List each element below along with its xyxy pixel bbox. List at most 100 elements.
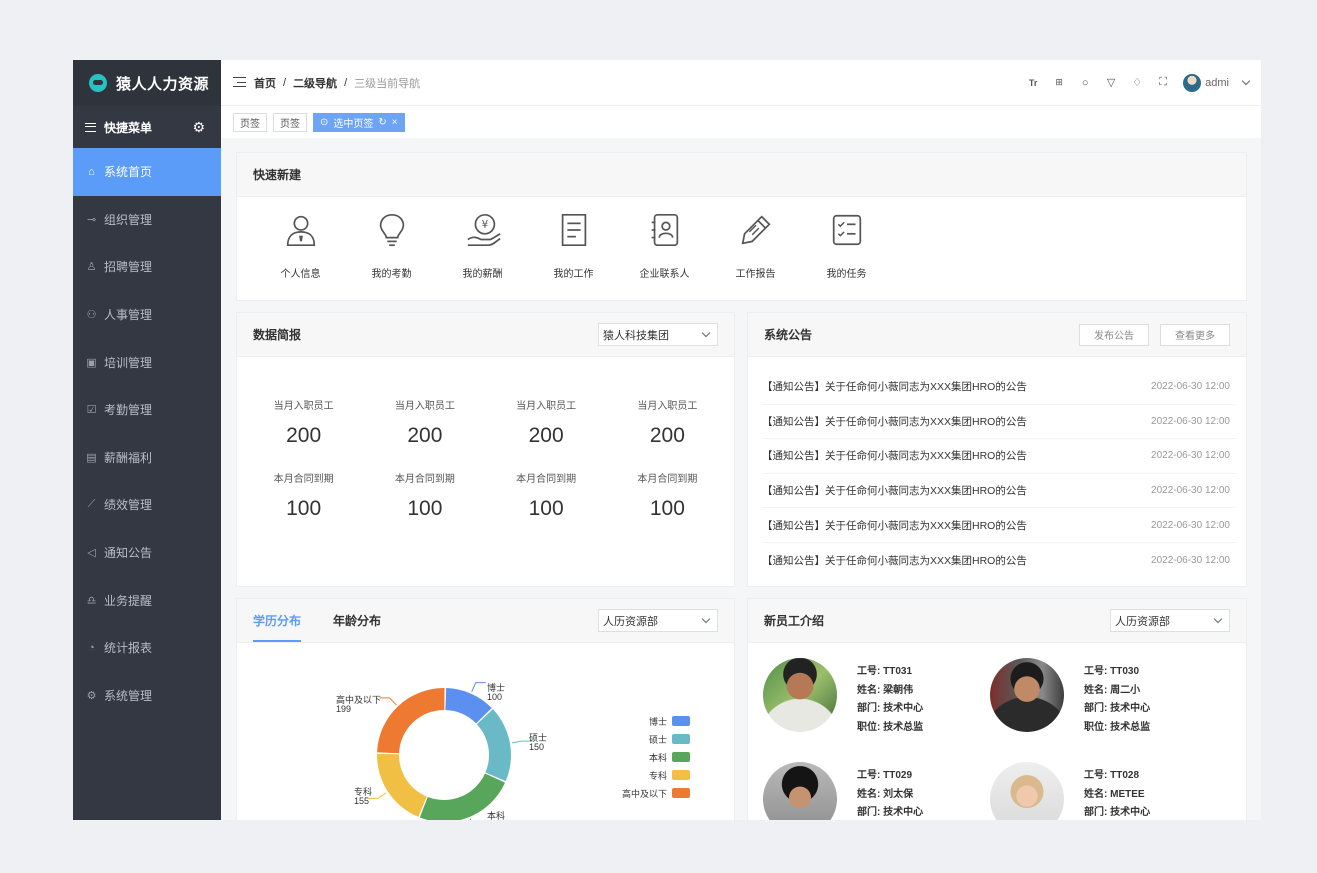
- quick-item-label: 我的工作: [553, 269, 594, 280]
- breadcrumb-home[interactable]: 首页: [254, 75, 276, 91]
- list-item[interactable]: 【通知公告】关于任命何小薇同志为XXX集团HRO的公告 2022-06-30 12…: [762, 543, 1236, 578]
- employee-dept: 技术中心: [1110, 703, 1151, 714]
- stat-item[interactable]: 当月入职员工 200: [607, 397, 728, 448]
- stat-label: 当月入职员工: [637, 401, 698, 412]
- close-icon[interactable]: ×: [392, 117, 398, 128]
- legend-item[interactable]: 专科: [622, 766, 690, 784]
- legend-item[interactable]: 本科: [622, 748, 690, 766]
- gear-icon[interactable]: ⚙: [192, 119, 205, 136]
- page-tab[interactable]: 页签: [233, 112, 267, 132]
- sidebar-item-reminder[interactable]: ♎ 业务提醒: [73, 576, 221, 624]
- sidebar-item-personnel[interactable]: ⚇ 人事管理: [73, 291, 221, 339]
- donut-slice-3[interactable]: [377, 753, 427, 817]
- quick-report[interactable]: 工作报告: [710, 211, 801, 280]
- quick-work[interactable]: 我的工作: [528, 211, 619, 280]
- fullscreen-icon[interactable]: ⛶: [1157, 76, 1169, 89]
- employee-name: 刘太保: [883, 788, 914, 800]
- sidebar-item-salary[interactable]: ▤ 薪酬福利: [73, 434, 221, 482]
- legend-label: 专科: [648, 770, 667, 781]
- bell-icon: ♎: [86, 594, 97, 607]
- employee-card[interactable]: 工号: TT029 姓名: 刘太保 部门: 技术中心: [763, 762, 923, 820]
- more-button[interactable]: 查看更多: [1160, 323, 1230, 346]
- chevron-down-icon: [701, 614, 711, 624]
- sidebar-item-home[interactable]: ⌂ 系统首页: [73, 148, 221, 196]
- indent-icon[interactable]: [233, 77, 246, 88]
- leader-line-2: [469, 818, 472, 820]
- stat-label: 当月入职员工: [394, 401, 455, 412]
- org-icon: ⊸: [86, 213, 97, 226]
- notice-date: 2022-06-30 12:00: [1151, 381, 1230, 393]
- quick-attendance[interactable]: 我的考勤: [346, 211, 437, 280]
- sidebar-item-attendance[interactable]: ☑ 考勤管理: [73, 386, 221, 434]
- stat-item[interactable]: 本月合同到期 100: [486, 470, 607, 521]
- breadcrumb-level2[interactable]: 二级导航: [293, 75, 337, 91]
- employee-id: TT029: [883, 770, 913, 781]
- page-tab[interactable]: 页签: [273, 112, 307, 132]
- stat-item[interactable]: 当月入职员工 200: [243, 397, 364, 448]
- legend-item[interactable]: 博士: [622, 712, 690, 730]
- employee-card[interactable]: 工号: TT028 姓名: METEE 部门: 技术中心: [990, 762, 1150, 820]
- breadcrumb-current: 三级当前导航: [354, 77, 421, 90]
- refresh-icon[interactable]: ↻: [378, 117, 386, 128]
- sidebar-item-report[interactable]: ◔ 统计报表: [73, 624, 221, 672]
- legend-swatch: [672, 716, 690, 726]
- list-item[interactable]: 【通知公告】关于任命何小薇同志为XXX集团HRO的公告 2022-06-30 12…: [762, 370, 1236, 405]
- employee-id: TT028: [1110, 770, 1140, 781]
- notice-text: 【通知公告】关于任命何小薇同志为XXX集团HRO的公告: [762, 554, 1027, 567]
- legend-label: 本科: [648, 752, 667, 763]
- sidebar-item-recruit[interactable]: ♙ 招聘管理: [73, 243, 221, 291]
- employee-position: 技术总监: [883, 721, 924, 733]
- employee-card[interactable]: 工号: TT030 姓名: 周二小 部门: 技术中心 职位: 技术总监: [990, 658, 1150, 736]
- employee-dept: 技术中心: [883, 703, 924, 714]
- dept-select[interactable]: 人历资源部: [598, 609, 718, 632]
- page-tab-selected[interactable]: ⊙ 选中页签 ↻ ×: [313, 112, 405, 132]
- stat-value: 200: [407, 424, 443, 447]
- pie-icon: ◔: [88, 641, 95, 654]
- legend-swatch: [672, 734, 690, 744]
- list-item[interactable]: 【通知公告】关于任命何小薇同志为XXX集团HRO的公告 2022-06-30 12…: [762, 439, 1236, 474]
- publish-button[interactable]: 发布公告: [1079, 323, 1149, 346]
- donut-slice-1[interactable]: [476, 709, 511, 782]
- language-icon[interactable]: ⊞: [1053, 77, 1065, 88]
- legend-item[interactable]: 高中及以下: [622, 784, 690, 802]
- stat-value: 100: [649, 497, 685, 520]
- sidebar-item-org[interactable]: ⊸ 组织管理: [73, 196, 221, 244]
- sidebar-item-training[interactable]: ▣ 培训管理: [73, 338, 221, 386]
- stat-item[interactable]: 当月入职员工 200: [364, 397, 485, 448]
- quick-salary[interactable]: ¥ 我的薪酬: [437, 211, 528, 280]
- sidebar-item-notice[interactable]: ◁ 通知公告: [73, 529, 221, 577]
- stat-item[interactable]: 当月入职员工 200: [486, 397, 607, 448]
- stat-item[interactable]: 本月合同到期 100: [364, 470, 485, 521]
- sidebar-item-performance[interactable]: ⟋ 绩效管理: [73, 481, 221, 529]
- menu-icon[interactable]: [85, 122, 96, 132]
- tab-education[interactable]: 学历分布: [253, 599, 302, 642]
- app-logo[interactable]: 猿人人力资源: [73, 60, 221, 106]
- stat-label: 本月合同到期: [273, 474, 334, 485]
- sidebar-item-system[interactable]: ⚙ 系统管理: [73, 672, 221, 720]
- stat-item[interactable]: 本月合同到期 100: [243, 470, 364, 521]
- employee-card[interactable]: 工号: TT031 姓名: 梁朝伟 部门: 技术中心 职位: 技术总监: [763, 658, 923, 736]
- skin-icon[interactable]: ▽: [1105, 76, 1117, 89]
- quick-task[interactable]: 我的任务: [801, 211, 892, 280]
- search-icon[interactable]: ○: [1079, 77, 1091, 89]
- user-menu[interactable]: admi: [1183, 73, 1251, 92]
- list-item[interactable]: 【通知公告】关于任命何小薇同志为XXX集团HRO的公告 2022-06-30 12…: [762, 508, 1236, 543]
- stat-item[interactable]: 本月合同到期 100: [607, 470, 728, 521]
- bell-icon[interactable]: ♢: [1131, 76, 1143, 89]
- chevron-down-icon: [701, 328, 711, 338]
- quick-contacts[interactable]: 企业联系人: [619, 211, 710, 280]
- pencil-icon: [741, 215, 771, 245]
- legend-item[interactable]: 硕士: [622, 730, 690, 748]
- font-size-icon[interactable]: Tr: [1027, 78, 1039, 88]
- quick-create-title: 快速新建: [237, 153, 1246, 197]
- settings-icon: ⚙: [86, 689, 97, 702]
- stat-value: 200: [286, 424, 322, 447]
- list-item[interactable]: 【通知公告】关于任命何小薇同志为XXX集团HRO的公告 2022-06-30 12…: [762, 474, 1236, 509]
- company-select-value: 猿人科技集团: [603, 329, 669, 342]
- list-item[interactable]: 【通知公告】关于任命何小薇同志为XXX集团HRO的公告 2022-06-30 12…: [762, 405, 1236, 440]
- company-select[interactable]: 猿人科技集团: [598, 323, 718, 346]
- tab-age[interactable]: 年龄分布: [333, 599, 381, 642]
- bulb-icon: [379, 213, 404, 247]
- dept-select[interactable]: 人历资源部: [1110, 609, 1230, 632]
- quick-personal-info[interactable]: 个人信息: [255, 211, 346, 280]
